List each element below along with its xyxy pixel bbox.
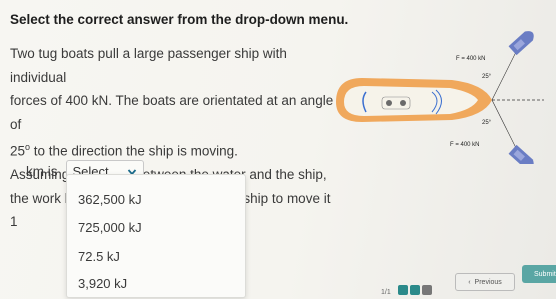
- previous-label: Previous: [474, 278, 502, 286]
- angle-value: 25: [10, 143, 26, 159]
- angle-label-bottom: 25°: [482, 120, 492, 126]
- page-indicator: 1/1: [381, 289, 391, 296]
- progress-square-icon: [398, 285, 408, 295]
- submit-button[interactable]: Submit: [522, 265, 556, 283]
- force-label-bottom: F = 400 kN: [450, 142, 480, 148]
- question-line-2: forces of 400 kN. The boats are orientat…: [10, 93, 334, 132]
- progress-square-icon: [410, 285, 420, 295]
- passenger-ship: [336, 78, 492, 122]
- tug-boat-bottom: [508, 144, 534, 169]
- question-line-1: Two tug boats pull a large passenger shi…: [10, 46, 287, 85]
- dropdown-option[interactable]: 725,000 kJ: [78, 220, 142, 235]
- angle-label-top: 25°: [482, 74, 492, 80]
- progress-square-icon: [422, 285, 432, 295]
- instruction-text: Select the correct answer from the drop-…: [10, 12, 349, 27]
- submit-label: Submit: [534, 270, 556, 278]
- answer-prefix: km is: [26, 164, 58, 179]
- force-label-top: F = 400 kN: [456, 56, 486, 62]
- dropdown-option[interactable]: 72.5 kJ: [78, 249, 120, 264]
- tug-boat-top: [508, 31, 534, 56]
- chevron-left-icon: ‹: [468, 278, 471, 286]
- ship-diagram: 25° 25° F = 400 kN F = 400 kN: [332, 14, 552, 169]
- dropdown-option[interactable]: 362,500 kJ: [78, 192, 142, 207]
- previous-button[interactable]: ‹ Previous: [455, 273, 515, 291]
- question-line-3-rest: to the direction the ship is moving.: [30, 143, 238, 159]
- ship-diagram-svg: 25° 25° F = 400 kN F = 400 kN: [336, 31, 544, 169]
- question-line-3: 25o to the direction the ship is moving.: [10, 136, 340, 163]
